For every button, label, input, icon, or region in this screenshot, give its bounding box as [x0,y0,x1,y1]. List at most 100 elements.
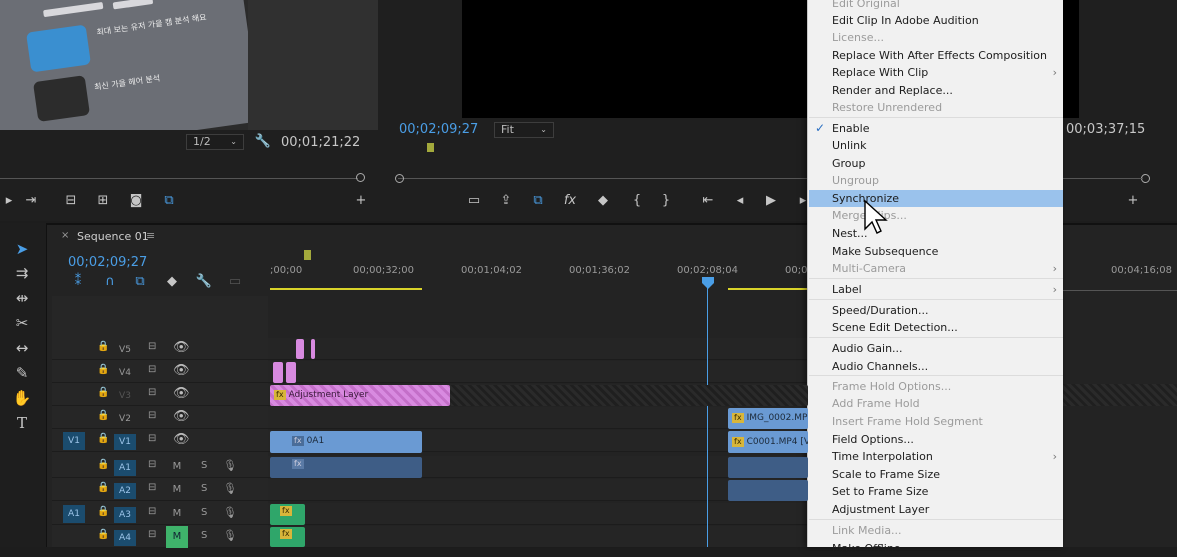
track-target[interactable]: V2 [114,411,136,427]
clip-a2-right[interactable] [728,480,808,501]
clip-v4[interactable] [273,362,283,383]
step-back-icon[interactable]: ◂ [731,193,749,209]
menu-item-audio-gain[interactable]: Audio Gain... [809,340,1063,357]
mute-button[interactable]: M [166,456,188,478]
lock-icon[interactable]: 🔒 [97,387,109,398]
mark-out-icon[interactable]: } [657,193,675,209]
step-forward-icon[interactable]: ⇥ [22,193,40,209]
menu-item-make-subsequence[interactable]: Make Subsequence [809,243,1063,260]
source-patch[interactable]: V1 [63,432,85,450]
menu-item-field-options[interactable]: Field Options... [809,431,1063,448]
track-lane-a3[interactable] [268,503,808,525]
eye-icon[interactable]: 👁 [173,386,190,401]
track-lane-v4[interactable] [268,361,808,383]
lock-icon[interactable]: 🔒 [97,459,109,470]
sync-lock-icon[interactable]: ⊟ [148,433,156,444]
type-tool-icon[interactable]: T [10,413,34,433]
solo-button[interactable]: S [201,460,207,471]
menu-item-scene-edit-detection[interactable]: Scene Edit Detection... [809,319,1063,336]
sync-lock-icon[interactable]: ⊟ [148,387,156,398]
lock-icon[interactable]: 🔒 [97,482,109,493]
camera-icon[interactable]: ◙ [127,193,145,209]
mark-in-icon[interactable]: { [628,193,646,209]
mute-button[interactable]: M [166,503,188,525]
marker-icon[interactable]: ◆ [163,274,181,290]
in-marker[interactable] [304,250,311,260]
source-patch[interactable]: A1 [63,505,85,523]
menu-item-render-and-replace[interactable]: Render and Replace... [809,82,1063,99]
track-target[interactable]: V1 [114,434,136,450]
close-icon[interactable]: × [61,230,69,241]
program-scrub-start[interactable] [395,174,404,183]
microphone-icon[interactable]: 🎙 [223,482,237,495]
clip-a1-right[interactable] [728,457,808,478]
menu-item-adjustment-layer[interactable]: Adjustment Layer [809,501,1063,518]
menu-item-unlink[interactable]: Unlink [809,137,1063,154]
menu-item-replace-with-clip[interactable]: Replace With Clip › [809,64,1063,81]
microphone-icon[interactable]: 🎙 [223,459,237,472]
eye-icon[interactable]: 👁 [173,409,190,424]
lock-icon[interactable]: 🔒 [97,433,109,444]
overwrite-icon[interactable]: ⊞ [94,193,112,209]
track-target[interactable]: A2 [114,483,136,499]
program-playhead-marker[interactable] [427,143,434,152]
menu-item-synchronize[interactable]: Synchronize [809,190,1063,207]
razor-icon[interactable]: ✂ [10,313,34,333]
menu-item-time-interpolation[interactable]: Time Interpolation › [809,448,1063,465]
menu-item-audio-channels[interactable]: Audio Channels... [809,358,1063,375]
menu-item-speed-duration[interactable]: Speed/Duration... [809,302,1063,319]
fit-dropdown[interactable]: Fit ⌄ [494,122,554,138]
fx-icon[interactable]: fx [561,193,579,209]
v3-empty-lane[interactable] [450,385,808,406]
solo-button[interactable]: S [201,507,207,518]
track-target[interactable]: V3 [114,388,136,404]
marker-icon[interactable]: ◆ [594,193,612,209]
source-zoom-dropdown[interactable]: 1/2 ⌄ [186,134,244,150]
sync-lock-icon[interactable]: ⊟ [148,506,156,517]
insert-icon[interactable]: ⊟ [62,193,80,209]
wrench-icon[interactable]: 🔧 [254,134,272,150]
menu-item-make-offline[interactable]: Make Offline [809,540,1063,557]
nest-icon[interactable]: ⁑ [69,274,87,290]
clip-v1[interactable]: fx 0A1 [270,431,422,453]
sync-lock-icon[interactable]: ⊟ [148,459,156,470]
wrench-icon[interactable]: 🔧 [195,274,213,290]
solo-button[interactable]: S [201,483,207,494]
menu-icon[interactable]: ≡ [146,229,155,242]
playhead-line[interactable] [707,288,708,547]
sync-lock-icon[interactable]: ⊟ [148,529,156,540]
clip-v4[interactable] [286,362,296,383]
source-scrub-end[interactable] [356,173,365,182]
microphone-icon[interactable]: 🎙 [223,529,237,542]
snap-icon[interactable]: ∩ [101,274,119,290]
menu-item-set-to-frame-size[interactable]: Set to Frame Size [809,483,1063,500]
eye-icon[interactable]: 👁 [173,363,190,378]
menu-item-nest[interactable]: Nest... [809,225,1063,242]
menu-item-group[interactable]: Group [809,155,1063,172]
clip-v2[interactable]: fx IMG_0002.MP [728,408,808,429]
clip-a3[interactable]: fx [270,504,305,525]
toggle-proxy-icon[interactable]: ⧉ [529,193,547,209]
menu-item-enable[interactable]: ✓ Enable [809,120,1063,137]
add-button-icon[interactable]: + [1124,193,1142,209]
track-lane-a2[interactable] [268,479,808,501]
mute-button[interactable]: M [166,526,188,548]
clip-a1[interactable]: fx [270,457,422,478]
sync-lock-icon[interactable]: ⊟ [148,364,156,375]
clip-v5[interactable] [311,339,315,359]
lock-icon[interactable]: 🔒 [97,364,109,375]
solo-button[interactable]: S [201,530,207,541]
slip-icon[interactable]: ↔ [10,338,34,358]
menu-item-edit-clip-in-adobe-audition[interactable]: Edit Clip In Adobe Audition [809,12,1063,29]
safe-margins-icon[interactable]: ▭ [465,193,483,209]
track-target[interactable]: A3 [114,507,136,523]
program-scrubber[interactable] [398,178,808,179]
work-area-bar[interactable] [728,288,808,290]
menu-item-label[interactable]: Label › [809,281,1063,298]
lock-icon[interactable]: 🔒 [97,506,109,517]
add-button-icon[interactable]: + [352,193,370,209]
lock-icon[interactable]: 🔒 [97,410,109,421]
play-icon[interactable]: ▶ [762,193,780,209]
track-target[interactable]: A4 [114,530,136,546]
eye-icon[interactable]: 👁 [173,432,190,447]
